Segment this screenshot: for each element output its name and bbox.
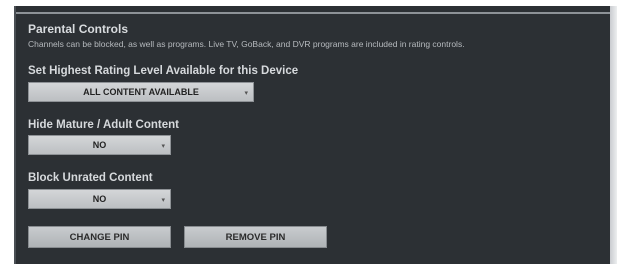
mature-content-select[interactable]: NO ▾ (28, 135, 171, 155)
top-divider (16, 12, 610, 14)
rating-level-label: Set Highest Rating Level Available for t… (28, 65, 299, 77)
unrated-content-label: Block Unrated Content (28, 172, 153, 184)
unrated-content-select[interactable]: NO ▾ (28, 189, 171, 209)
remove-pin-button[interactable]: REMOVE PIN (184, 226, 327, 248)
chevron-down-icon: ▾ (244, 90, 248, 97)
rating-level-value: ALL CONTENT AVAILABLE (83, 87, 199, 97)
rating-level-select[interactable]: ALL CONTENT AVAILABLE ▾ (28, 82, 254, 102)
parental-controls-panel: Parental Controls Channels can be blocke… (14, 6, 617, 264)
chevron-down-icon: ▾ (161, 143, 165, 150)
change-pin-button[interactable]: CHANGE PIN (28, 226, 171, 248)
panel-edge (610, 6, 617, 264)
unrated-content-value: NO (92, 194, 107, 204)
section-title: Parental Controls (28, 22, 129, 36)
chevron-down-icon: ▾ (161, 197, 165, 204)
section-description: Channels can be blocked, as well as prog… (28, 39, 465, 49)
mature-content-value: NO (92, 140, 107, 150)
mature-content-label: Hide Mature / Adult Content (28, 119, 179, 131)
